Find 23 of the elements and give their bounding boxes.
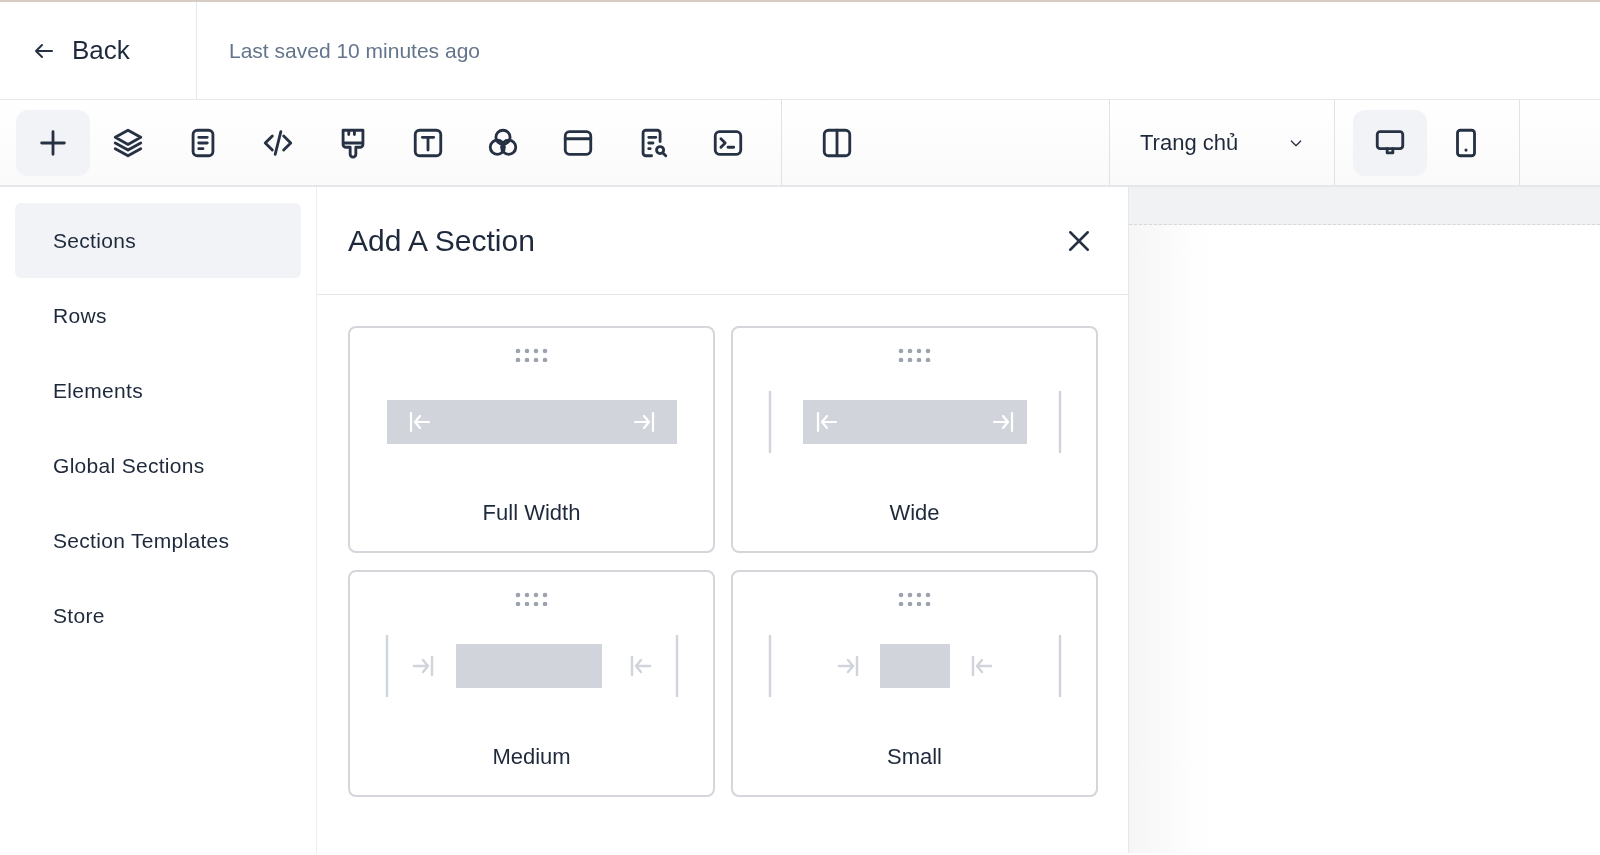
section-option-label: Wide <box>889 499 940 527</box>
sidebar-item[interactable]: Rows <box>15 278 301 353</box>
section-option-label: Medium <box>492 743 571 771</box>
sidebar-item[interactable]: Global Sections <box>15 428 301 503</box>
sidebar-item[interactable]: Sections <box>15 203 301 278</box>
sidebar-item[interactable]: Section Templates <box>15 503 301 578</box>
section-option-card[interactable]: Full Width <box>348 326 715 553</box>
panel-title: Add A Section <box>348 222 535 259</box>
section-option-label: Small <box>887 743 942 771</box>
section-option-card[interactable]: Medium <box>348 570 715 797</box>
drag-handle-icon <box>514 592 549 606</box>
sidebar-item[interactable]: Store <box>15 578 301 653</box>
back-button[interactable]: Back <box>0 1 197 100</box>
section-option-card[interactable]: Wide <box>731 326 1098 553</box>
drag-handle-icon <box>514 348 549 362</box>
drag-handle-icon <box>897 348 932 362</box>
section-option-card[interactable]: Small <box>731 570 1098 797</box>
drag-handle-icon <box>897 592 932 606</box>
page-dropdown[interactable]: Trang chủ <box>1110 100 1334 185</box>
section-option-label: Full Width <box>482 499 581 527</box>
last-saved-text: Last saved 10 minutes ago <box>228 37 480 64</box>
device-button[interactable] <box>1353 109 1427 176</box>
sidebar-item[interactable]: Elements <box>15 353 301 428</box>
